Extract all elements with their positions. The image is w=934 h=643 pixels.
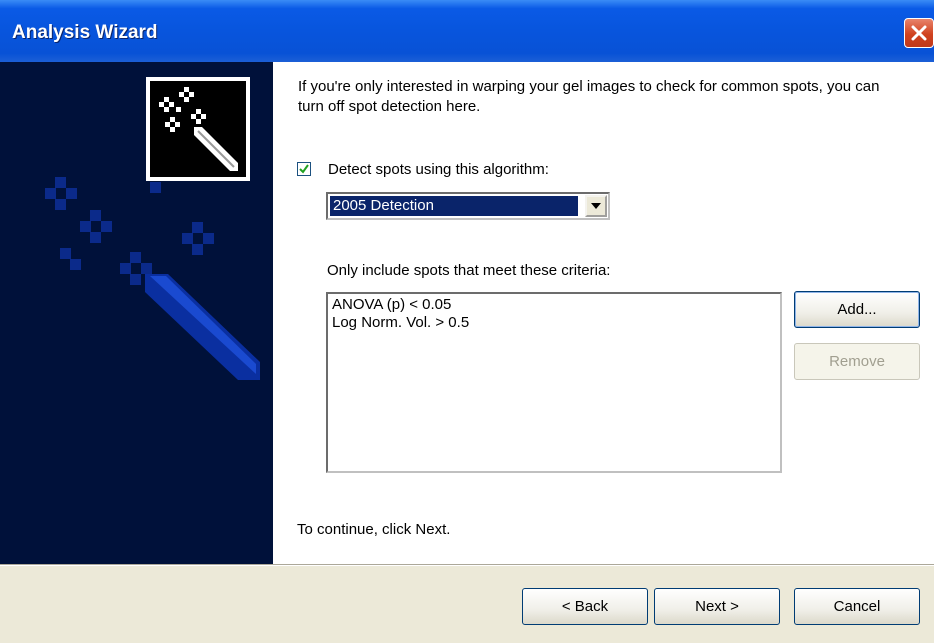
- add-criterion-button[interactable]: Add...: [794, 291, 920, 328]
- wizard-logo: [146, 77, 250, 181]
- intro-text: If you're only interested in warping you…: [298, 78, 880, 115]
- chevron-down-icon: [591, 203, 601, 209]
- list-item[interactable]: ANOVA (p) < 0.05: [332, 296, 776, 314]
- close-button[interactable]: [904, 18, 934, 48]
- window-title: Analysis Wizard: [12, 22, 158, 43]
- algorithm-selected-value: 2005 Detection: [330, 196, 578, 216]
- check-icon: [299, 164, 309, 174]
- magic-wand-icon: [159, 87, 238, 171]
- footer-divider: [0, 564, 934, 566]
- criteria-label: Only include spots that meet these crite…: [327, 262, 611, 279]
- list-item[interactable]: Log Norm. Vol. > 0.5: [332, 314, 776, 332]
- algorithm-select[interactable]: 2005 Detection: [326, 192, 610, 220]
- close-icon: [911, 25, 927, 41]
- wizard-side-panel: [0, 62, 273, 564]
- title-bar[interactable]: Analysis Wizard: [0, 0, 934, 62]
- back-button[interactable]: < Back: [522, 588, 648, 625]
- criteria-listbox[interactable]: ANOVA (p) < 0.05 Log Norm. Vol. > 0.5: [326, 292, 782, 473]
- cancel-button[interactable]: Cancel: [794, 588, 920, 625]
- remove-criterion-button[interactable]: Remove: [794, 343, 920, 380]
- detect-spots-label: Detect spots using this algorithm:: [328, 161, 549, 178]
- continue-instruction: To continue, click Next.: [297, 521, 451, 538]
- detect-spots-checkbox[interactable]: [297, 162, 311, 176]
- wizard-page: If you're only interested in warping you…: [0, 62, 934, 564]
- algorithm-dropdown-button[interactable]: [585, 195, 607, 217]
- next-button[interactable]: Next >: [654, 588, 780, 625]
